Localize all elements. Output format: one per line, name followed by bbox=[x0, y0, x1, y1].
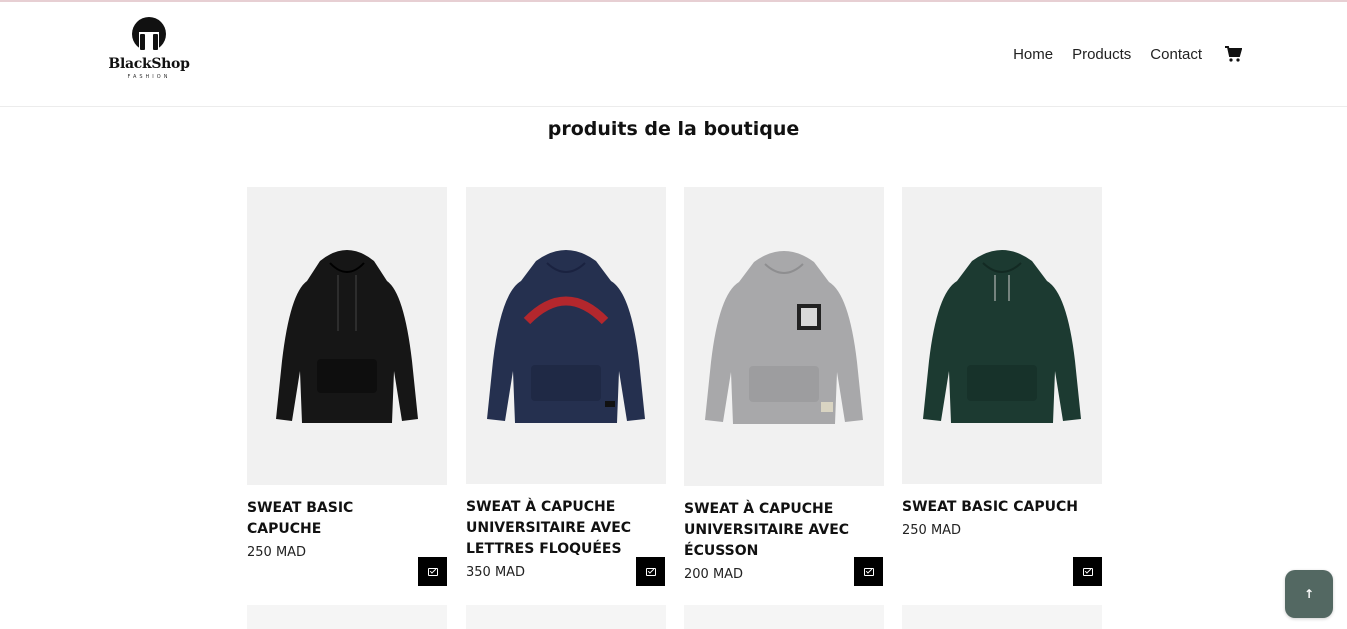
add-to-cart-button[interactable] bbox=[636, 557, 665, 586]
product-card[interactable]: SWEAT À CAPUCHE UNIVERSITAIRE AVEC ÉCUSS… bbox=[684, 187, 884, 582]
nav-contact-link[interactable]: Contact bbox=[1150, 46, 1202, 63]
add-to-cart-button[interactable] bbox=[854, 557, 883, 586]
product-image[interactable] bbox=[466, 187, 666, 484]
product-card-placeholder bbox=[247, 605, 447, 629]
product-image[interactable] bbox=[247, 187, 447, 485]
product-card-placeholder bbox=[902, 605, 1102, 629]
hoodie-image bbox=[923, 249, 1081, 423]
product-price: 250 MAD bbox=[247, 545, 307, 560]
product-card-placeholder bbox=[466, 605, 666, 629]
product-name[interactable]: SWEAT BASIC CAPUCH bbox=[902, 497, 1087, 518]
back-to-top-button[interactable]: ↑ bbox=[1285, 570, 1333, 618]
brand-name: BlackShop bbox=[108, 56, 190, 72]
add-to-cart-button[interactable] bbox=[1073, 557, 1102, 586]
product-image[interactable] bbox=[684, 187, 884, 486]
cart-add-icon bbox=[863, 567, 874, 576]
section-title: produits de la boutique bbox=[547, 118, 800, 140]
add-to-cart-button[interactable] bbox=[418, 557, 447, 586]
cart-add-icon bbox=[427, 567, 438, 576]
product-price: 250 MAD bbox=[902, 523, 962, 538]
main-nav: Home Products Contact bbox=[994, 40, 1243, 68]
hoodie-image bbox=[276, 250, 418, 423]
cart-add-icon bbox=[1082, 567, 1093, 576]
product-card[interactable]: SWEAT BASIC CAPUCHE 250 MAD bbox=[247, 187, 447, 560]
product-name[interactable]: SWEAT À CAPUCHE UNIVERSITAIRE AVEC ÉCUSS… bbox=[684, 499, 869, 562]
hoodie-image bbox=[705, 250, 863, 424]
product-name[interactable]: SWEAT BASIC CAPUCHE bbox=[247, 498, 432, 540]
product-card[interactable]: SWEAT BASIC CAPUCH 250 MAD bbox=[902, 187, 1102, 538]
brand-tagline: FASHION bbox=[127, 74, 171, 80]
arrow-up-icon: ↑ bbox=[1303, 587, 1315, 601]
cart-add-icon bbox=[645, 567, 656, 576]
site-header: BlackShop FASHION Home Products Contact bbox=[0, 2, 1347, 107]
headphones-logo-icon bbox=[132, 17, 166, 54]
brand-logo[interactable]: BlackShop FASHION bbox=[105, 16, 193, 86]
product-image[interactable] bbox=[902, 187, 1102, 484]
hoodie-image bbox=[487, 249, 645, 423]
product-card-placeholder bbox=[684, 605, 884, 629]
shopping-cart-icon[interactable] bbox=[1224, 45, 1243, 63]
product-name[interactable]: SWEAT À CAPUCHE UNIVERSITAIRE AVEC LETTR… bbox=[466, 497, 651, 560]
product-card[interactable]: SWEAT À CAPUCHE UNIVERSITAIRE AVEC LETTR… bbox=[466, 187, 666, 580]
nav-products-link[interactable]: Products bbox=[1072, 46, 1131, 63]
nav-home-link[interactable]: Home bbox=[1013, 46, 1053, 63]
